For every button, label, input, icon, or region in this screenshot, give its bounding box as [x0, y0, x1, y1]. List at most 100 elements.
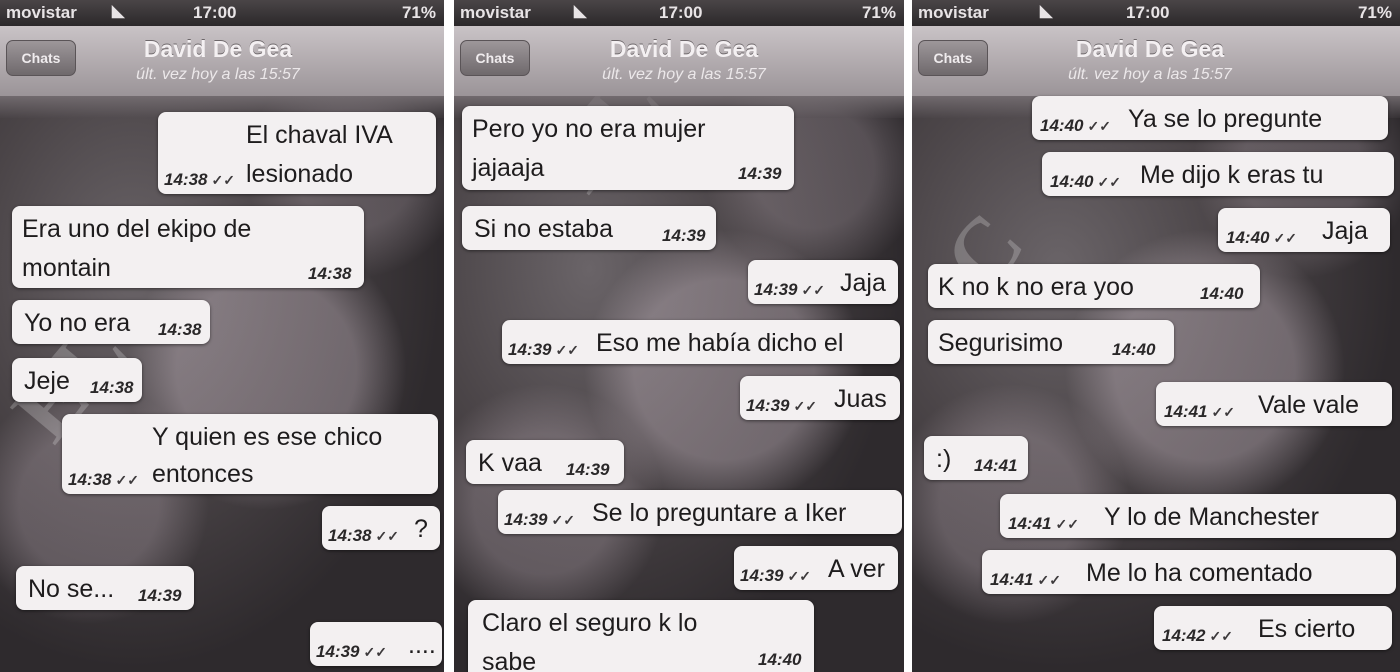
message-timestamp: 14:41 ✓✓	[1164, 402, 1235, 421]
message-bubble-outgoing[interactable]: ? 14:38 ✓✓	[322, 506, 440, 550]
message-text: Juas	[834, 385, 887, 413]
contact-name[interactable]: David De Gea	[1020, 36, 1280, 63]
message-text: sabe	[482, 648, 537, 672]
message-bubble-incoming[interactable]: K no k no era yoo 14:40	[928, 264, 1260, 308]
message-bubble-outgoing[interactable]: Se lo preguntare a Iker 14:39 ✓✓	[498, 490, 902, 534]
message-text: montain	[22, 254, 111, 282]
message-timestamp: 14:42 ✓✓	[1162, 626, 1233, 645]
last-seen-status: últ. vez hoy a las 15:57	[1068, 66, 1232, 83]
last-seen-status: últ. vez hoy a las 15:57	[136, 66, 300, 83]
read-ticks-icon: ✓✓	[375, 528, 399, 544]
back-to-chats-button[interactable]: Chats	[460, 40, 530, 76]
read-ticks-icon: ✓✓	[1097, 174, 1121, 190]
message-text: Me dijo k eras tu	[1140, 161, 1324, 189]
chat-header: Chats David De Gea últ. vez hoy a las 15…	[912, 26, 1400, 96]
message-text: Si no estaba	[474, 215, 613, 243]
message-bubble-incoming[interactable]: No se... 14:39	[16, 566, 194, 610]
message-timestamp: 14:41	[974, 456, 1018, 475]
wifi-icon: ◣	[112, 3, 125, 20]
read-ticks-icon: ✓✓	[1209, 628, 1233, 644]
chat-screenshot-1: EL movistar ◣ 17:00 71% Chats David De G…	[0, 0, 444, 672]
carrier-label: movistar	[918, 3, 989, 22]
read-ticks-icon: ✓✓	[363, 644, 387, 660]
message-bubble-outgoing[interactable]: Vale vale 14:41 ✓✓	[1156, 382, 1392, 426]
message-timestamp: 14:39 ✓✓	[746, 396, 817, 415]
message-text: Eso me había dicho el	[596, 329, 844, 357]
message-timestamp: 14:41 ✓✓	[1008, 514, 1079, 533]
message-text: jajaaja	[472, 154, 545, 182]
message-text: Se lo preguntare a Iker	[592, 499, 847, 527]
message-text: :)	[936, 445, 952, 473]
message-text: lesionado	[246, 160, 354, 188]
message-bubble-outgoing[interactable]: Juas 14:39 ✓✓	[740, 376, 900, 420]
read-ticks-icon: ✓✓	[115, 472, 139, 488]
clock: 17:00	[193, 3, 237, 22]
message-bubble-outgoing[interactable]: El chaval IVA lesionado 14:38 ✓✓	[158, 112, 436, 194]
message-timestamp: 14:38 ✓✓	[328, 526, 399, 545]
message-bubble-outgoing[interactable]: Y lo de Manchester 14:41 ✓✓	[1000, 494, 1396, 538]
chat-screenshot-2: EL movistar ◣ 17:00 71% Chats David De G…	[454, 0, 904, 672]
message-bubble-incoming[interactable]: Claro el seguro k lo sabe 14:40	[468, 600, 814, 672]
message-timestamp: 14:40 ✓✓	[1050, 172, 1121, 191]
back-to-chats-button[interactable]: Chats	[6, 40, 76, 76]
back-to-chats-button[interactable]: Chats	[918, 40, 988, 76]
wifi-icon: ◣	[1040, 3, 1053, 20]
message-bubble-outgoing[interactable]: Y quien es ese chico entonces 14:38 ✓✓	[62, 414, 438, 494]
message-bubble-incoming[interactable]: Jeje 14:38	[12, 358, 142, 402]
message-bubble-incoming[interactable]: Era uno del ekipo de montain 14:38	[12, 206, 364, 288]
message-bubble-outgoing[interactable]: A ver 14:39 ✓✓	[734, 546, 898, 590]
clock: 17:00	[659, 3, 703, 22]
read-ticks-icon: ✓✓	[551, 512, 575, 528]
battery-level: 71%	[1357, 3, 1392, 22]
message-text: Me lo ha comentado	[1086, 559, 1313, 587]
read-ticks-icon: ✓✓	[801, 282, 825, 298]
message-bubble-incoming[interactable]: Yo no era 14:38	[12, 300, 210, 344]
message-bubble-incoming[interactable]: Pero yo no era mujer jajaaja 14:39	[462, 106, 794, 190]
message-bubble-outgoing[interactable]: Ya se lo pregunte 14:40 ✓✓	[1032, 96, 1388, 140]
message-timestamp: 14:39	[738, 164, 782, 183]
contact-name[interactable]: David De Gea	[554, 36, 814, 63]
message-bubble-outgoing[interactable]: Jaja 14:40 ✓✓	[1218, 208, 1390, 252]
message-timestamp: 14:38	[308, 264, 352, 283]
message-bubble-outgoing[interactable]: Me lo ha comentado 14:41 ✓✓	[982, 550, 1396, 594]
message-bubble-incoming[interactable]: Segurisimo 14:40	[928, 320, 1174, 364]
read-ticks-icon: ✓✓	[1087, 118, 1111, 134]
message-timestamp: 14:41 ✓✓	[990, 570, 1061, 589]
message-bubble-incoming[interactable]: K vaa 14:39	[466, 440, 624, 484]
message-bubble-outgoing[interactable]: Jaja 14:39 ✓✓	[748, 260, 898, 304]
message-timestamp: 14:39	[138, 586, 182, 605]
message-text: entonces	[152, 460, 254, 488]
contact-name[interactable]: David De Gea	[88, 36, 348, 63]
read-ticks-icon: ✓✓	[1037, 572, 1061, 588]
message-timestamp: 14:38	[90, 378, 134, 397]
message-timestamp: 14:40	[1112, 340, 1156, 359]
message-bubble-incoming[interactable]: Si no estaba 14:39	[462, 206, 716, 250]
message-timestamp: 14:39	[662, 226, 706, 245]
chat-header: Chats David De Gea últ. vez hoy a las 15…	[0, 26, 444, 96]
message-text: Jaja	[1322, 217, 1368, 245]
message-timestamp: 14:39	[566, 460, 610, 479]
read-ticks-icon: ✓✓	[555, 342, 579, 358]
message-text: Vale vale	[1258, 391, 1359, 419]
message-timestamp: 14:39 ✓✓	[740, 566, 811, 585]
battery-level: 71%	[401, 3, 436, 22]
message-bubble-outgoing[interactable]: .... 14:39 ✓✓	[310, 622, 442, 666]
message-bubble-outgoing[interactable]: Es cierto 14:42 ✓✓	[1154, 606, 1392, 650]
message-text: K vaa	[478, 449, 542, 477]
read-ticks-icon: ✓✓	[787, 568, 811, 584]
message-bubble-incoming[interactable]: :) 14:41	[924, 436, 1028, 480]
message-text: Y lo de Manchester	[1104, 503, 1319, 531]
message-text: A ver	[828, 555, 885, 583]
message-timestamp: 14:40 ✓✓	[1226, 228, 1297, 247]
message-text: Segurisimo	[938, 329, 1064, 357]
status-bar: movistar ◣ 17:00 71%	[454, 0, 904, 26]
read-ticks-icon: ✓✓	[793, 398, 817, 414]
message-timestamp: 14:40	[758, 650, 802, 669]
status-bar: movistar ◣ 17:00 71%	[0, 0, 444, 26]
message-timestamp: 14:39 ✓✓	[316, 642, 387, 661]
message-text: ?	[414, 515, 428, 543]
message-timestamp: 14:40	[1200, 284, 1244, 303]
battery-level: 71%	[861, 3, 896, 22]
message-bubble-outgoing[interactable]: Me dijo k eras tu 14:40 ✓✓	[1042, 152, 1394, 196]
message-bubble-outgoing[interactable]: Eso me había dicho el 14:39 ✓✓	[502, 320, 900, 364]
